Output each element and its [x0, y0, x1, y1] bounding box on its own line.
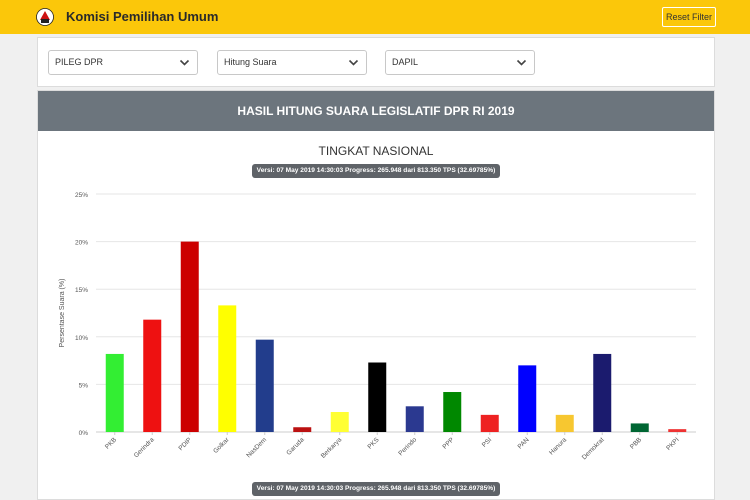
bar-ppp [443, 392, 462, 432]
x-tick-label: PSI [481, 436, 493, 448]
y-axis-label: Persentase Suara (%) [59, 279, 66, 348]
bar-demokrat [593, 353, 612, 432]
x-tick-label: NasDem [245, 436, 268, 459]
bar-gerindra [143, 319, 162, 432]
bar-pkb [105, 353, 124, 432]
x-tick-label: PBB [629, 436, 643, 450]
bar-pbb [630, 423, 649, 432]
y-tick-label: 20% [75, 240, 88, 247]
x-tick-label: PKS [367, 436, 382, 451]
x-tick-label: Hanura [548, 436, 568, 456]
bar-pdip [180, 241, 199, 432]
bar-berkarya [330, 412, 349, 432]
y-tick-label: 25% [75, 192, 88, 199]
bar-pkpi [668, 429, 687, 432]
x-tick-label: Perindo [397, 436, 418, 457]
x-tick-label: PKB [104, 436, 118, 450]
bar-pan [518, 365, 537, 432]
bar-garuda [293, 427, 312, 432]
y-tick-label: 10% [75, 335, 88, 342]
x-tick-label: PKPI [665, 436, 681, 452]
x-tick-label: PAN [517, 436, 531, 450]
vote-bar-chart: 0% 5% 10% 15% 20% 25% Persentase Suara (%) PKB G… [59, 192, 696, 461]
bar-psi [480, 414, 499, 432]
y-tick-label: 0% [79, 430, 89, 437]
x-tick-label: Demokrat [581, 436, 606, 461]
bar-perindo [405, 406, 424, 432]
x-tick-label: Berkarya [320, 436, 344, 460]
y-tick-label: 5% [79, 382, 89, 389]
bar-hanura [555, 414, 574, 432]
bar-golkar [218, 305, 237, 432]
x-tick-label: PPP [442, 436, 456, 450]
bar-pks [368, 362, 387, 432]
x-tick-label: PDIP [177, 436, 193, 452]
bar-nasdem [255, 339, 274, 432]
y-tick-label: 15% [75, 287, 88, 294]
x-tick-label: Garuda [285, 436, 306, 457]
x-tick-label: Gerindra [133, 436, 156, 459]
x-tick-label: Golkar [212, 436, 231, 455]
